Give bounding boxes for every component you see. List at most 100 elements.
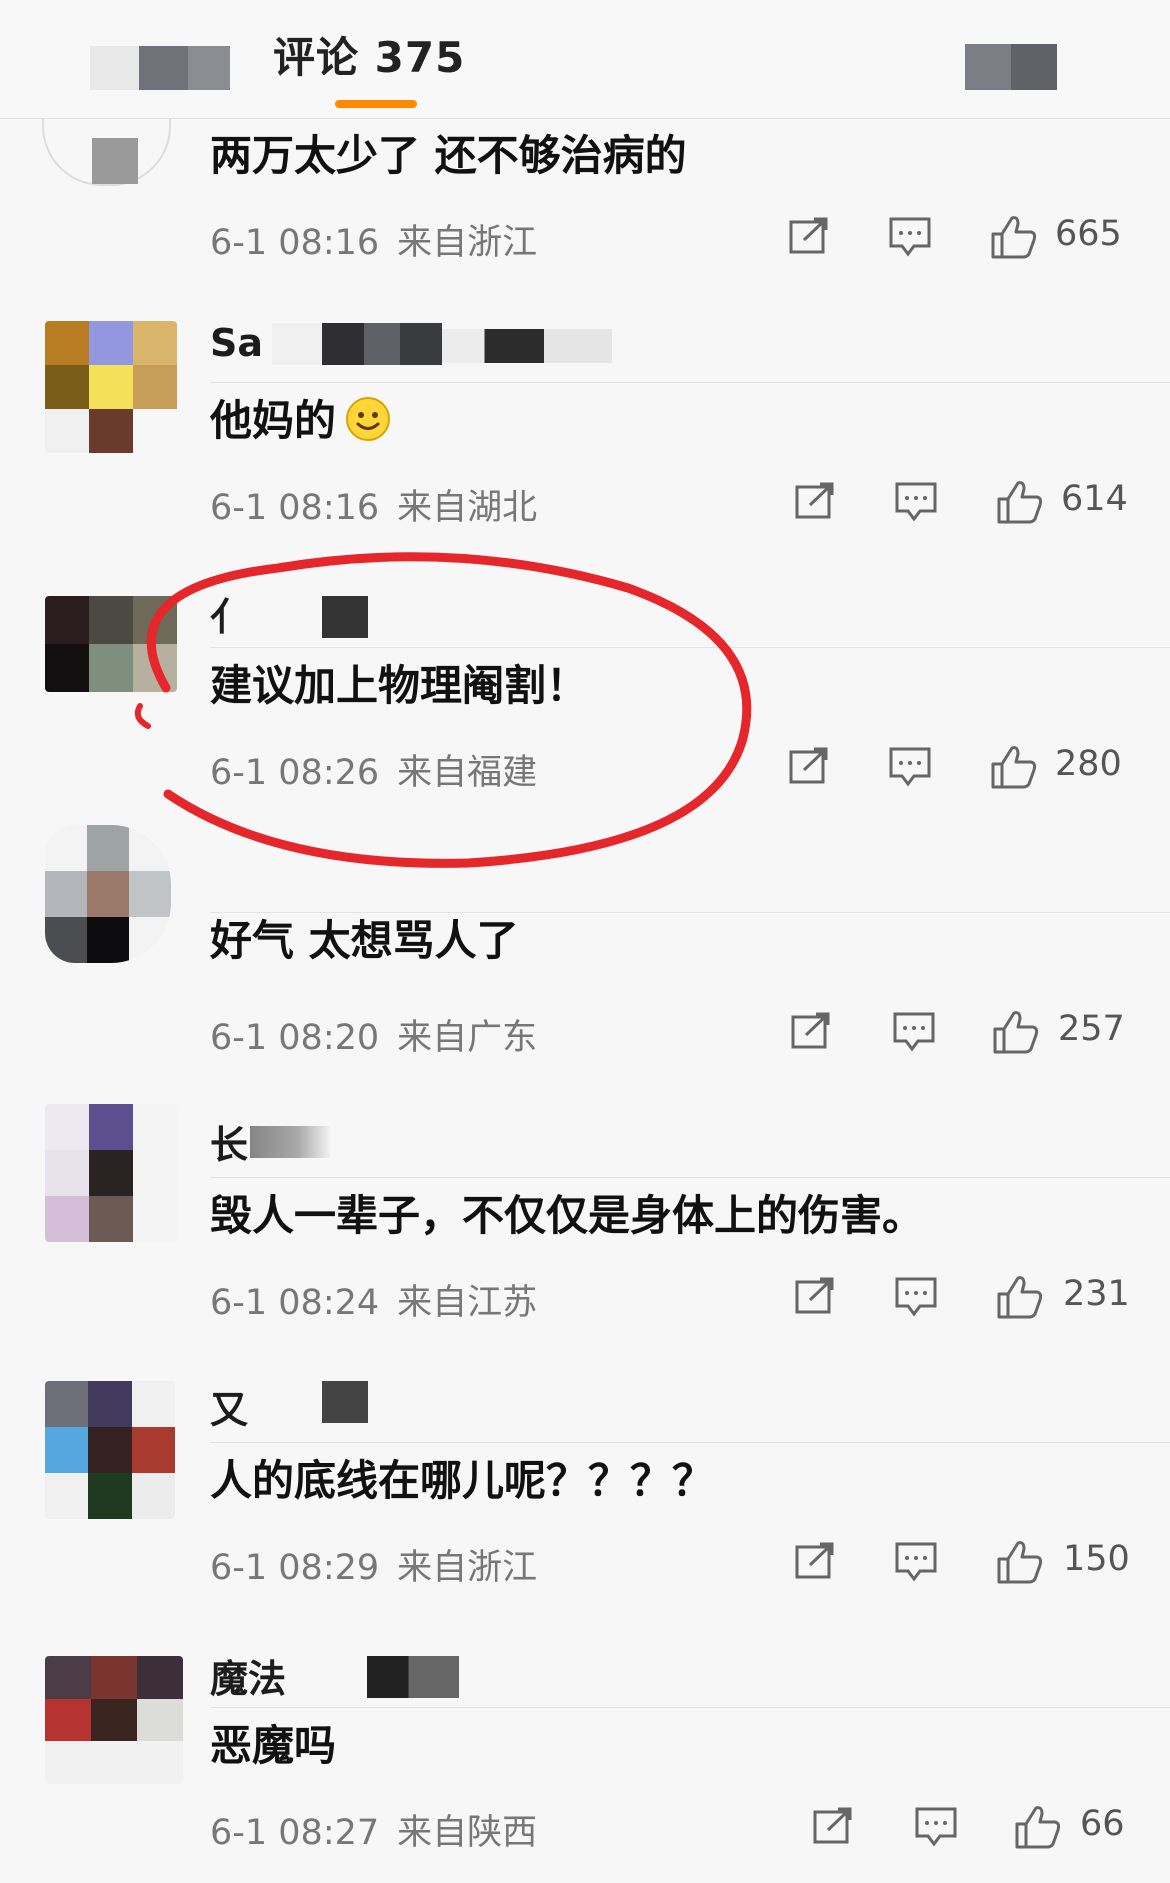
comment-meta: 6-1 08:29 来自浙江 [210, 1539, 537, 1590]
like-button[interactable] [996, 479, 1044, 525]
blurred-back-area[interactable] [90, 46, 230, 90]
reply-icon [893, 1012, 935, 1052]
comment-meta: 6-1 08:26 来自福建 [210, 744, 537, 795]
avatar[interactable] [45, 1381, 175, 1519]
comment-text: 毁人一辈子，不仅仅是身体上的伤害。 [210, 1191, 925, 1240]
like-icon [993, 1011, 1039, 1054]
like-count: 614 [1061, 479, 1128, 519]
share-button[interactable] [812, 1806, 856, 1846]
username-mask [442, 329, 612, 363]
smiley-icon [346, 397, 391, 441]
share-icon [789, 217, 828, 254]
like-icon [997, 1541, 1043, 1584]
comment-location: 来自浙江 [397, 223, 538, 263]
comment-text: 恶魔吗 [210, 1721, 337, 1770]
comment-text: 他妈的 [210, 387, 392, 448]
comment-username[interactable]: 亻 [210, 586, 248, 641]
comment-time: 6-1 08:20 [210, 1018, 380, 1058]
like-button[interactable] [992, 1009, 1040, 1055]
avatar[interactable] [45, 825, 171, 963]
share-icon [795, 1277, 834, 1314]
comment-location: 来自江苏 [397, 1283, 538, 1323]
comment-meta: 6-1 08:24 来自江苏 [210, 1274, 537, 1325]
like-button[interactable] [990, 744, 1038, 790]
avatar[interactable] [45, 596, 177, 692]
like-icon [997, 1276, 1043, 1319]
share-button[interactable] [788, 216, 832, 256]
comment-time: 6-1 08:16 [210, 223, 380, 263]
username-mask [322, 323, 442, 365]
share-button[interactable] [788, 746, 832, 786]
like-button[interactable] [996, 1539, 1044, 1585]
share-button[interactable] [790, 1011, 834, 1051]
share-button[interactable] [794, 1541, 838, 1581]
comment-item: 魔法 恶魔吗 6-1 08:27 来自陕西 66 [0, 1656, 1170, 1883]
like-count: 257 [1058, 1009, 1125, 1049]
username-mask [250, 1126, 330, 1158]
comment-time: 6-1 08:16 [210, 488, 380, 528]
reply-icon [895, 1277, 937, 1317]
like-button[interactable] [990, 214, 1038, 260]
avatar[interactable] [45, 1104, 177, 1242]
comment-item: 亻 建议加上物理阉割！ 6-1 08:26 来自福建 280 [0, 595, 1170, 913]
like-count: 231 [1063, 1274, 1130, 1314]
like-count: 665 [1055, 214, 1122, 254]
username-mask [272, 323, 322, 365]
like-count: 66 [1080, 1804, 1125, 1844]
avatar[interactable] [45, 1656, 183, 1784]
like-button[interactable] [1014, 1804, 1062, 1850]
reply-icon [915, 1807, 957, 1847]
like-button[interactable] [996, 1274, 1044, 1320]
comment-username[interactable]: Sa [210, 321, 263, 365]
reply-button[interactable] [894, 1541, 938, 1583]
active-tab-indicator [335, 100, 417, 108]
like-icon [1015, 1806, 1061, 1849]
share-icon [791, 1012, 830, 1049]
comment-username[interactable]: 长 [210, 1114, 248, 1169]
comment-meta: 6-1 08:16 来自湖北 [210, 479, 537, 530]
comment-location: 来自湖北 [397, 488, 538, 528]
reply-button[interactable] [892, 1011, 936, 1053]
comment-username[interactable]: 魔法 [210, 1648, 286, 1703]
comment-location: 来自浙江 [397, 1548, 538, 1588]
comment-location: 来自陕西 [397, 1813, 538, 1853]
share-icon [795, 482, 834, 519]
reply-button[interactable] [894, 481, 938, 523]
reply-button[interactable] [888, 746, 932, 788]
comment-time: 6-1 08:27 [210, 1813, 380, 1853]
reply-icon [889, 747, 931, 787]
tab-comments[interactable]: 评论 375 [273, 24, 465, 85]
comment-time: 6-1 08:29 [210, 1548, 380, 1588]
comment-text: 两万太少了 还不够治病的 [210, 131, 687, 180]
like-icon [997, 481, 1043, 524]
username-mask [367, 1656, 459, 1698]
like-count: 150 [1063, 1539, 1130, 1579]
like-count: 280 [1055, 744, 1122, 784]
reply-icon [895, 1542, 937, 1582]
comment-meta: 6-1 08:16 来自浙江 [210, 214, 537, 265]
share-icon [789, 747, 828, 784]
reply-button[interactable] [894, 1276, 938, 1318]
like-icon [991, 216, 1037, 259]
comment-text: 建议加上物理阉割！ [210, 661, 589, 710]
avatar[interactable] [45, 321, 177, 453]
comment-meta: 6-1 08:20 来自广东 [210, 1009, 537, 1060]
comment-location: 来自广东 [397, 1018, 538, 1058]
comment-meta: 6-1 08:27 来自陕西 [210, 1804, 537, 1855]
top-bar: 评论 375 [0, 0, 1170, 119]
reply-icon [889, 217, 931, 257]
comment-username[interactable]: 又 [210, 1379, 248, 1434]
comment-time: 6-1 08:24 [210, 1283, 380, 1323]
comment-item: 长 毁人一辈子，不仅仅是身体上的伤害。 6-1 08:24 来自江苏 231 [0, 1104, 1170, 1443]
reply-button[interactable] [888, 216, 932, 258]
username-mask [322, 1381, 368, 1423]
username-mask [322, 596, 368, 638]
share-button[interactable] [794, 1276, 838, 1316]
share-button[interactable] [794, 481, 838, 521]
blurred-right-area[interactable] [965, 44, 1057, 90]
comment-text-content: 他妈的 [210, 396, 337, 445]
comment-time: 6-1 08:26 [210, 753, 380, 793]
comment-text: 好气 太想骂人了 [210, 916, 519, 965]
share-icon [813, 1807, 852, 1844]
reply-button[interactable] [914, 1806, 958, 1848]
